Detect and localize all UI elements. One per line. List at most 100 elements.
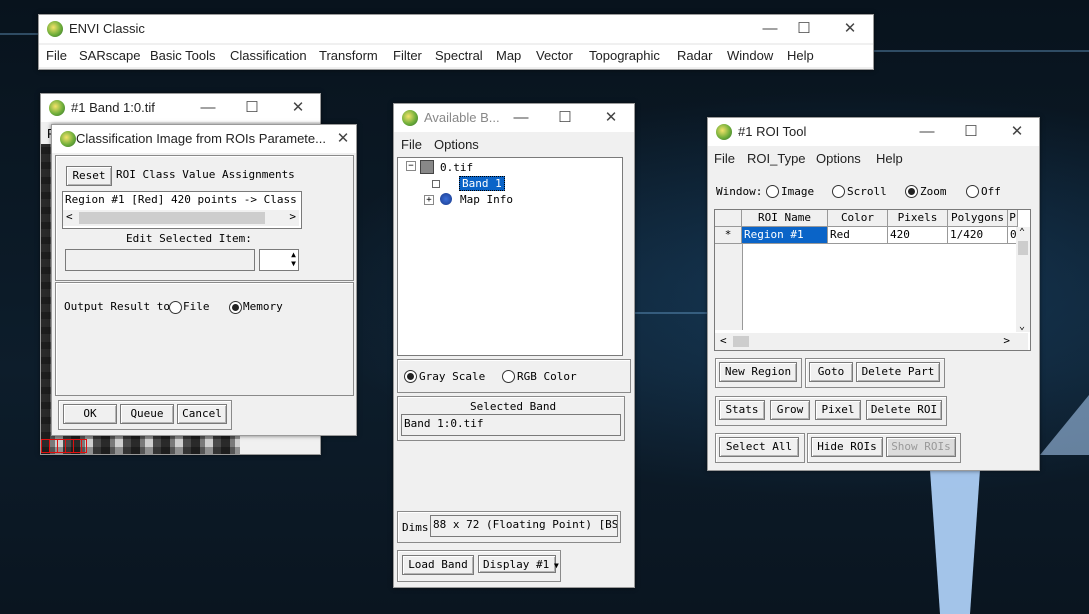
menu-basic-tools[interactable]: Basic Tools (150, 48, 216, 63)
select-all-button[interactable]: Select All (719, 437, 799, 457)
menu-help[interactable]: Help (787, 48, 814, 63)
menu-radar[interactable]: Radar (677, 48, 712, 63)
menu-topographic[interactable]: Topographic (589, 48, 660, 63)
minimize-button[interactable]: — (912, 122, 942, 142)
output-memory-radio[interactable] (229, 301, 242, 314)
close-button[interactable]: ✕ (596, 108, 626, 128)
edit-item-field[interactable] (65, 249, 255, 271)
collapse-icon[interactable]: − (406, 161, 416, 171)
horizontal-scrollbar[interactable]: < > (715, 333, 1028, 350)
col-header-polygons[interactable]: Polygons (948, 210, 1008, 227)
hide-rois-button[interactable]: Hide ROIs (811, 437, 883, 457)
close-button[interactable]: ✕ (283, 98, 313, 118)
scroll-right-icon[interactable]: > (1003, 334, 1010, 347)
rgb-color-label[interactable]: RGB Color (517, 370, 577, 383)
menu-help[interactable]: Help (876, 151, 903, 166)
close-button[interactable]: ✕ (328, 129, 358, 149)
close-button[interactable]: ✕ (835, 19, 865, 39)
roi-list-item[interactable]: Region #1 [Red] 420 points -> Class Valu (65, 193, 301, 206)
class-value-spinner[interactable]: ▲ ▼ (259, 249, 299, 271)
tree-file-node[interactable]: 0.tif (440, 161, 473, 174)
scroll-left-icon[interactable]: < (720, 334, 727, 347)
window-off-label[interactable]: Off (981, 185, 1001, 198)
goto-button[interactable]: Goto (809, 362, 853, 382)
scroll-left-icon[interactable]: < (66, 210, 73, 223)
table-cell-polygons[interactable]: 1/420 (948, 227, 1008, 244)
spinner-arrows-icon[interactable]: ▲ ▼ (291, 250, 296, 268)
table-cell-color[interactable]: Red (828, 227, 888, 244)
col-header-p[interactable]: P (1008, 210, 1018, 227)
maximize-button[interactable]: ☐ (956, 122, 986, 142)
roi-assignment-list[interactable]: Region #1 [Red] 420 points -> Class Valu… (62, 191, 302, 229)
window-image-label[interactable]: Image (781, 185, 814, 198)
scroll-thumb[interactable] (733, 336, 749, 347)
show-rois-button[interactable]: Show ROIs (886, 437, 956, 457)
load-band-button[interactable]: Load Band (402, 555, 474, 575)
row-marker[interactable]: * (715, 227, 742, 244)
menu-spectral[interactable]: Spectral (435, 48, 483, 63)
menu-map[interactable]: Map (496, 48, 521, 63)
window-zoom-label[interactable]: Zoom (920, 185, 947, 198)
menu-transform[interactable]: Transform (319, 48, 378, 63)
window-off-radio[interactable] (966, 185, 979, 198)
cancel-button[interactable]: Cancel (177, 404, 227, 424)
maximize-button[interactable]: ☐ (550, 108, 580, 128)
scroll-thumb[interactable] (1018, 241, 1028, 255)
menu-roi-type[interactable]: ROI_Type (747, 151, 806, 166)
grow-button[interactable]: Grow (770, 400, 810, 420)
col-header-pixels[interactable]: Pixels (888, 210, 948, 227)
tree-band-node[interactable]: Band 1 (459, 176, 505, 191)
rgb-color-radio[interactable] (502, 370, 515, 383)
delete-roi-button[interactable]: Delete ROI (866, 400, 942, 420)
scroll-down-icon[interactable]: ⌄ (1019, 321, 1025, 332)
scroll-thumb[interactable] (79, 212, 265, 224)
window-zoom-radio[interactable] (905, 185, 918, 198)
menu-options[interactable]: Options (434, 137, 479, 152)
output-result-label: Output Result to (64, 300, 170, 313)
menu-file[interactable]: File (714, 151, 735, 166)
gray-scale-label[interactable]: Gray Scale (419, 370, 485, 383)
menu-filter[interactable]: Filter (393, 48, 422, 63)
scroll-right-icon[interactable]: > (289, 210, 296, 223)
queue-button[interactable]: Queue (120, 404, 174, 424)
menu-window[interactable]: Window (727, 48, 773, 63)
table-cell-roi-name[interactable]: Region #1 (742, 227, 828, 244)
window-image-radio[interactable] (766, 185, 779, 198)
display-select[interactable]: Display #1 ▼ (478, 555, 559, 573)
new-region-button[interactable]: New Region (719, 362, 797, 382)
pixel-button[interactable]: Pixel (815, 400, 861, 420)
expand-icon[interactable]: + (424, 195, 434, 205)
horizontal-scrollbar[interactable]: < > (63, 210, 299, 226)
tree-mapinfo-node[interactable]: Map Info (460, 193, 513, 206)
col-header-roi-name[interactable]: ROI Name (742, 210, 828, 227)
output-memory-label[interactable]: Memory (243, 300, 283, 313)
stats-button[interactable]: Stats (719, 400, 765, 420)
menu-classification[interactable]: Classification (230, 48, 307, 63)
ok-button[interactable]: OK (63, 404, 117, 424)
band-tree[interactable]: − 0.tif Band 1 + Map Info (397, 157, 623, 356)
minimize-button[interactable]: — (506, 108, 536, 128)
output-file-radio[interactable] (169, 301, 182, 314)
delete-part-button[interactable]: Delete Part (856, 362, 940, 382)
vertical-scrollbar[interactable]: ⌃ ⌄ (1016, 227, 1030, 332)
dropdown-arrow-icon: ▼ (549, 561, 559, 570)
menu-vector[interactable]: Vector (536, 48, 573, 63)
roi-table[interactable]: ROI Name Color Pixels Polygons P * Regio… (714, 209, 1031, 351)
menu-options[interactable]: Options (816, 151, 861, 166)
output-file-label[interactable]: File (183, 300, 210, 313)
close-button[interactable]: ✕ (1002, 122, 1032, 142)
minimize-button[interactable]: — (755, 19, 785, 39)
menu-file[interactable]: File (46, 48, 67, 63)
maximize-button[interactable]: ☐ (237, 98, 267, 118)
gray-scale-radio[interactable] (404, 370, 417, 383)
window-scroll-radio[interactable] (832, 185, 845, 198)
menu-sarscape[interactable]: SARscape (79, 48, 140, 63)
minimize-button[interactable]: — (193, 98, 223, 118)
window-scroll-label[interactable]: Scroll (847, 185, 887, 198)
maximize-button[interactable]: ☐ (789, 19, 819, 39)
col-header-color[interactable]: Color (828, 210, 888, 227)
table-cell-pixels[interactable]: 420 (888, 227, 948, 244)
menu-file[interactable]: File (401, 137, 422, 152)
reset-button[interactable]: Reset (66, 166, 112, 186)
scroll-up-icon[interactable]: ⌃ (1019, 227, 1025, 238)
